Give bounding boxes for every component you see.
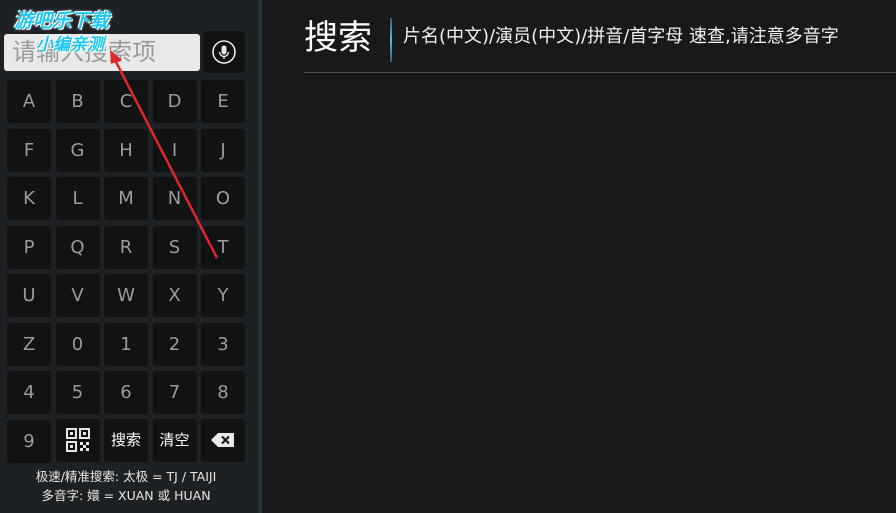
key-x[interactable]: X [152, 274, 197, 317]
watermark-line1: 游吧乐下载 [14, 10, 110, 32]
key-p[interactable]: P [7, 225, 51, 269]
qr-code-button[interactable] [55, 419, 100, 462]
watermark: 游吧乐下载 小编亲测 [14, 9, 154, 57]
keyboard-panel: 请输入搜索项 搜索 清空 A B C D E F G H I J K L M N… [0, 0, 258, 513]
key-z[interactable]: Z [7, 322, 51, 366]
key-7[interactable]: 7 [152, 371, 197, 414]
key-q[interactable]: Q [55, 225, 100, 269]
header-divider [304, 72, 896, 73]
key-y[interactable]: Y [201, 274, 245, 317]
key-t[interactable]: T [201, 225, 245, 269]
search-tip-polyphone: 多音字: 嬛 = XUAN 或 HUAN [41, 488, 211, 503]
backspace-key[interactable] [201, 419, 245, 462]
panel-divider [258, 0, 263, 513]
key-l[interactable]: L [55, 177, 100, 220]
page-title: 搜索 [304, 18, 372, 58]
key-5[interactable]: 5 [55, 371, 100, 414]
clear-key[interactable]: 清空 [152, 419, 197, 462]
key-m[interactable]: M [104, 177, 148, 220]
letter-keypad: 搜索 清空 ABCDE FGHIJ KLMNO PQRST UVWXY Z0123 4567… [7, 80, 245, 463]
key-h[interactable]: H [104, 128, 148, 172]
key-8[interactable]: 8 [201, 371, 245, 414]
key-i[interactable]: I [152, 128, 197, 172]
key-e[interactable]: E [201, 80, 245, 123]
key-b[interactable]: B [55, 80, 100, 123]
key-g[interactable]: G [55, 128, 100, 172]
key-a[interactable]: A [7, 80, 51, 123]
search-tip-pinyin: 极速/精准搜索: 太极 = TJ / TAIJI [35, 469, 217, 484]
key-0[interactable]: 0 [55, 322, 100, 366]
key-r[interactable]: R [104, 225, 148, 269]
key-1[interactable]: 1 [104, 322, 148, 366]
key-u[interactable]: U [7, 274, 51, 317]
key-w[interactable]: W [104, 274, 148, 317]
key-9[interactable]: 9 [7, 419, 51, 463]
watermark-line2: 小编亲测 [36, 35, 104, 55]
key-c[interactable]: C [104, 80, 148, 123]
key-6[interactable]: 6 [104, 371, 148, 414]
title-separator [390, 18, 392, 62]
backspace-icon [211, 433, 234, 447]
key-v[interactable]: V [55, 274, 100, 317]
search-hint: 片名(中文)/演员(中文)/拼音/首字母 速查,请注意多音字 [403, 26, 839, 47]
key-k[interactable]: K [7, 177, 51, 220]
key-2[interactable]: 2 [152, 322, 197, 366]
key-s[interactable]: S [152, 225, 197, 269]
search-key[interactable]: 搜索 [104, 419, 148, 462]
key-3[interactable]: 3 [201, 322, 245, 366]
mic-icon [212, 40, 236, 64]
voice-search-button[interactable] [203, 31, 245, 73]
key-n[interactable]: N [152, 177, 197, 220]
qr-code-icon [65, 428, 90, 452]
key-j[interactable]: J [201, 128, 245, 172]
key-f[interactable]: F [7, 128, 51, 172]
key-4[interactable]: 4 [7, 371, 51, 414]
key-d[interactable]: D [152, 80, 197, 123]
key-o[interactable]: O [201, 177, 245, 220]
